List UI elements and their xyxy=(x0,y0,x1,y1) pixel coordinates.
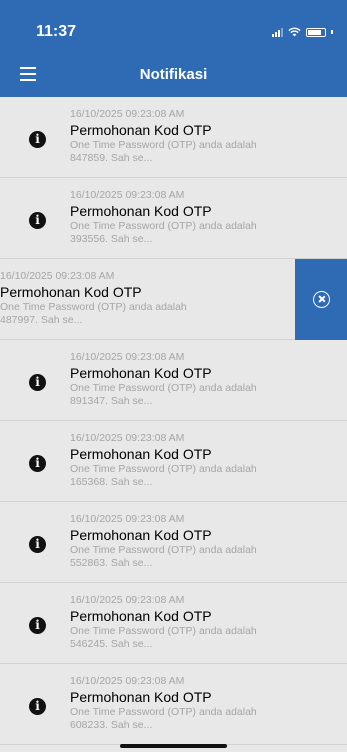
notification-message: One Time Password (OTP) anda adalah xyxy=(70,625,257,637)
notification-message: One Time Password (OTP) anda adalah xyxy=(70,544,257,556)
notification-timestamp: 16/10/2025 09:23:08 AM xyxy=(70,513,185,525)
notification-item[interactable]: i 16/10/2025 09:23:08 AM Permohonan Kod … xyxy=(0,421,347,502)
notification-message: 608233. Sah se... xyxy=(70,719,153,731)
notification-title: Permohonan Kod OTP xyxy=(70,365,212,381)
notification-message: 891347. Sah se... xyxy=(70,395,153,407)
notification-text: 16/10/2025 09:23:08 AM Permohonan Kod OT… xyxy=(70,432,300,489)
notification-message: One Time Password (OTP) anda adalah xyxy=(70,706,257,718)
notification-title: Permohonan Kod OTP xyxy=(70,608,212,624)
notification-title: Permohonan Kod OTP xyxy=(70,122,212,138)
notification-message: 847859. Sah se... xyxy=(70,152,153,164)
notification-message: 487997. Sah se... xyxy=(0,314,83,326)
notification-title: Permohonan Kod OTP xyxy=(0,284,142,300)
notification-title: Permohonan Kod OTP xyxy=(70,446,212,462)
notification-text: 16/10/2025 09:23:08 AM Permohonan Kod OT… xyxy=(70,108,300,165)
notification-title: Permohonan Kod OTP xyxy=(70,527,212,543)
nav-bar: Notifikasi xyxy=(0,52,347,97)
info-icon: i xyxy=(29,536,46,553)
notification-timestamp: 16/10/2025 09:23:08 AM xyxy=(70,108,185,120)
notification-text: 16/10/2025 09:23:08 AM Permohonan Kod OT… xyxy=(70,594,300,651)
wifi-icon xyxy=(288,27,301,37)
notification-item[interactable]: i 16/10/2025 09:23:08 AM Permohonan Kod … xyxy=(0,664,347,745)
notification-item[interactable]: i 16/10/2025 09:23:08 AM Permohonan Kod … xyxy=(0,340,347,421)
notification-timestamp: 16/10/2025 09:23:08 AM xyxy=(0,270,115,282)
info-icon: i xyxy=(29,131,46,148)
notification-item[interactable]: i 16/10/2025 09:23:08 AM Permohonan Kod … xyxy=(0,97,347,178)
notification-message: One Time Password (OTP) anda adalah xyxy=(0,301,187,313)
signal-icon xyxy=(272,27,283,37)
info-icon: i xyxy=(29,617,46,634)
info-icon: i xyxy=(29,698,46,715)
delete-notification-button[interactable] xyxy=(295,259,347,340)
page-title: Notifikasi xyxy=(139,66,208,83)
notification-item[interactable]: i 16/10/2025 09:23:08 AM Permohonan Kod … xyxy=(0,583,347,664)
notification-timestamp: 16/10/2025 09:23:08 AM xyxy=(70,189,185,201)
notification-text: 16/10/2025 09:23:08 AM Permohonan Kod OT… xyxy=(70,513,300,570)
notification-text: 16/10/2025 09:23:08 AM Permohonan Kod OT… xyxy=(70,351,300,408)
notification-message: 165368. Sah se... xyxy=(70,476,153,488)
notification-message: One Time Password (OTP) anda adalah xyxy=(70,220,257,232)
battery-cap xyxy=(331,30,333,34)
info-icon: i xyxy=(29,212,46,229)
notification-title: Permohonan Kod OTP xyxy=(70,689,212,705)
notification-item[interactable]: i 16/10/2025 09:23:08 AM Permohonan Kod … xyxy=(0,502,347,583)
status-bar: 11:37 xyxy=(0,0,347,52)
notification-timestamp: 16/10/2025 09:23:08 AM xyxy=(70,594,185,606)
info-icon: i xyxy=(29,374,46,391)
notification-list[interactable]: i 16/10/2025 09:23:08 AM Permohonan Kod … xyxy=(0,97,347,752)
notification-message: 393556. Sah se... xyxy=(70,233,153,245)
close-circle-icon xyxy=(312,291,330,308)
notification-message: 546245. Sah se... xyxy=(70,638,153,650)
notification-message: One Time Password (OTP) anda adalah xyxy=(70,463,257,475)
notification-message: 552863. Sah se... xyxy=(70,557,153,569)
notification-message: One Time Password (OTP) anda adalah xyxy=(70,139,257,151)
battery-icon xyxy=(306,27,326,37)
notification-message: One Time Password (OTP) anda adalah xyxy=(70,382,257,394)
status-icons xyxy=(272,27,333,37)
status-time: 11:37 xyxy=(36,23,77,40)
notification-timestamp: 16/10/2025 09:23:08 AM xyxy=(70,432,185,444)
notification-title: Permohonan Kod OTP xyxy=(70,203,212,219)
notification-text: 16/10/2025 09:23:08 AM Permohonan Kod OT… xyxy=(0,270,290,327)
notification-item[interactable]: i 16/10/2025 09:23:08 AM Permohonan Kod … xyxy=(0,178,347,259)
info-icon: i xyxy=(29,455,46,472)
notification-item-swiped[interactable]: i 16/10/2025 09:23:08 AM Permohonan Kod … xyxy=(0,259,347,340)
notification-timestamp: 16/10/2025 09:23:08 AM xyxy=(70,351,185,363)
home-indicator[interactable] xyxy=(120,744,227,748)
app-header: 11:37 Notifikasi xyxy=(0,0,347,97)
notification-timestamp: 16/10/2025 09:23:08 AM xyxy=(70,675,185,687)
notification-text: 16/10/2025 09:23:08 AM Permohonan Kod OT… xyxy=(70,189,300,246)
notification-text: 16/10/2025 09:23:08 AM Permohonan Kod OT… xyxy=(70,675,300,732)
